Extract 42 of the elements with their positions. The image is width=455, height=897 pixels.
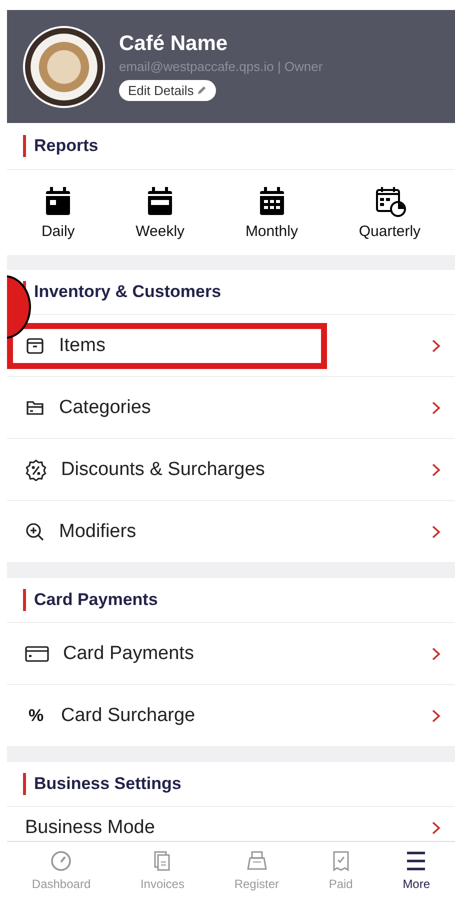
menu-item-label: Items bbox=[59, 334, 106, 356]
archive-box-icon bbox=[25, 336, 45, 356]
menu-item[interactable]: Card Payments bbox=[7, 623, 431, 684]
chevron-right-icon bbox=[431, 646, 441, 660]
menu-item[interactable]: Categories bbox=[7, 377, 431, 438]
menu-item-label: Business Mode bbox=[25, 817, 155, 839]
report-button[interactable]: Monthly bbox=[245, 185, 298, 240]
section-title: Reports bbox=[34, 136, 98, 156]
section-title: Inventory & Customers bbox=[34, 282, 222, 302]
chevron-right-icon bbox=[431, 462, 441, 476]
section-title: Business Settings bbox=[34, 774, 182, 794]
chevron-right-icon bbox=[431, 400, 441, 414]
menu-item[interactable]: Modifiers bbox=[7, 501, 431, 562]
cafe-name: Café Name bbox=[119, 32, 228, 56]
menu-item-label: Categories bbox=[59, 396, 151, 418]
report-button[interactable]: Quarterly bbox=[358, 185, 421, 240]
chevron-right-icon bbox=[431, 708, 441, 722]
percent-icon: % bbox=[25, 706, 47, 726]
cash-register-icon bbox=[244, 849, 269, 873]
menu-item-label: Card Surcharge bbox=[61, 704, 196, 726]
menu-item-label: Discounts & Surcharges bbox=[61, 458, 265, 480]
menu-item-label: Modifiers bbox=[59, 520, 136, 542]
menu-item[interactable]: Discounts & Surcharges bbox=[7, 439, 431, 500]
section-title: Card Payments bbox=[34, 590, 158, 610]
highlighted-menu-item[interactable]: Items bbox=[7, 322, 327, 368]
chevron-right-icon bbox=[431, 338, 441, 352]
menu-item[interactable]: % Card Surcharge bbox=[7, 685, 431, 746]
account-email: email@westpaccafe.qps.io | Owner bbox=[119, 59, 323, 74]
credit-card-icon bbox=[25, 644, 49, 662]
report-button[interactable]: Weekly bbox=[136, 185, 185, 240]
edit-details-button[interactable]: Edit Details bbox=[119, 80, 216, 101]
chevron-right-icon bbox=[431, 524, 441, 538]
calendar-clock-icon bbox=[374, 185, 406, 217]
tab-bar-item[interactable]: More bbox=[402, 849, 430, 891]
menu-item[interactable]: Business Mode bbox=[7, 807, 431, 841]
chevron-right-icon bbox=[431, 821, 441, 835]
menu-item-label: Card Payments bbox=[63, 642, 194, 664]
zoom-in-icon bbox=[25, 522, 45, 542]
report-button[interactable]: Daily bbox=[41, 185, 75, 240]
pencil-icon bbox=[196, 85, 207, 96]
gauge-icon bbox=[49, 849, 74, 873]
percent-badge-icon bbox=[25, 458, 47, 480]
